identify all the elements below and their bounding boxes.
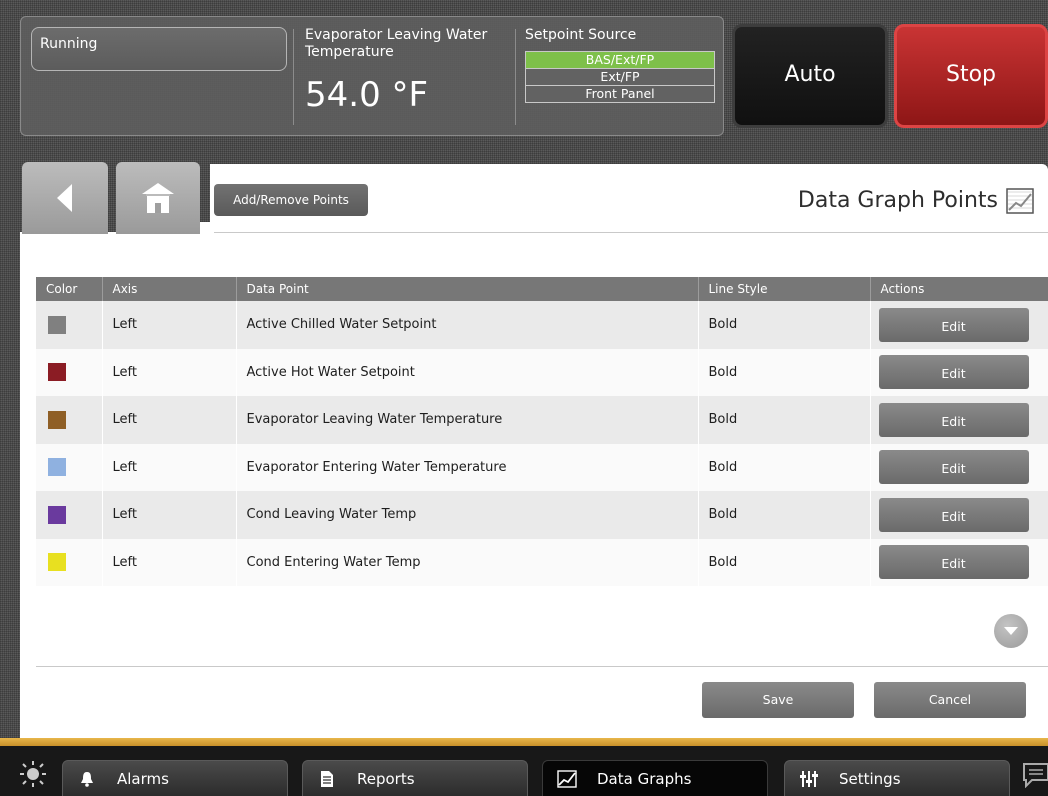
axis-cell: Left <box>101 301 236 349</box>
color-swatch <box>48 458 66 477</box>
home-icon <box>142 183 174 213</box>
chevron-down-icon <box>1004 627 1018 635</box>
setpoint-source-list: BAS/Ext/FP Ext/FP Front Panel <box>525 51 715 103</box>
color-swatch <box>48 410 66 429</box>
save-button[interactable]: Save <box>702 682 854 718</box>
nav-settings-label: Settings <box>839 769 901 788</box>
auto-button[interactable]: Auto <box>732 24 888 128</box>
actions-cell: Edit <box>869 396 1048 444</box>
edit-button[interactable]: Edit <box>878 402 1029 437</box>
divider <box>293 29 294 125</box>
nav-reports-label: Reports <box>357 769 415 788</box>
data-point-cell: Cond Entering Water Temp <box>235 538 698 586</box>
color-swatch <box>48 363 66 382</box>
brightness-icon[interactable] <box>20 761 46 787</box>
actions-cell: Edit <box>869 491 1048 539</box>
table-row: Left Active Hot Water Setpoint Bold Edit <box>36 348 1048 396</box>
header-actions: Actions <box>869 277 1048 301</box>
axis-cell: Left <box>101 348 236 396</box>
table-row: Left Evaporator Leaving Water Temperatur… <box>36 396 1048 444</box>
edit-button[interactable]: Edit <box>878 450 1029 485</box>
color-cell <box>36 538 102 586</box>
line-style-cell: Bold <box>697 443 870 491</box>
main-panel: Add/Remove Points Data Graph Points Colo… <box>20 164 1048 738</box>
table-row: Left Cond Leaving Water Temp Bold Edit <box>36 491 1048 539</box>
line-style-cell: Bold <box>697 538 870 586</box>
table-row: Left Active Chilled Water Setpoint Bold … <box>36 301 1048 349</box>
evap-leaving-temp-value: 54.0 °F <box>305 75 429 115</box>
setpoint-source-front-panel[interactable]: Front Panel <box>525 85 715 103</box>
accent-strip <box>0 738 1048 746</box>
setpoint-source-ext[interactable]: Ext/FP <box>525 68 715 86</box>
actions-cell: Edit <box>869 443 1048 491</box>
footer-divider <box>36 666 1048 667</box>
data-point-cell: Evaporator Leaving Water Temperature <box>235 396 698 444</box>
color-cell <box>36 301 102 349</box>
header-divider <box>214 232 1048 233</box>
data-point-cell: Active Hot Water Setpoint <box>235 348 698 396</box>
data-point-cell: Active Chilled Water Setpoint <box>235 301 698 349</box>
color-swatch <box>48 553 66 572</box>
header-color: Color <box>36 277 102 301</box>
home-button[interactable] <box>116 162 200 234</box>
color-cell <box>36 348 102 396</box>
header-data-point: Data Point <box>235 277 698 301</box>
setpoint-source-bas[interactable]: BAS/Ext/FP <box>525 51 715 69</box>
color-cell <box>36 396 102 444</box>
line-style-cell: Bold <box>697 396 870 444</box>
data-graph-points-table: Color Axis Data Point Line Style Actions… <box>36 277 1048 586</box>
document-icon <box>317 769 337 789</box>
nav-alarms[interactable]: Alarms <box>62 760 288 796</box>
line-style-cell: Bold <box>697 491 870 539</box>
table-row: Left Cond Entering Water Temp Bold Edit <box>36 538 1048 586</box>
data-point-cell: Evaporator Entering Water Temperature <box>235 443 698 491</box>
color-swatch <box>48 315 66 334</box>
bell-icon <box>77 769 97 789</box>
add-remove-points-button[interactable]: Add/Remove Points <box>214 184 368 216</box>
axis-cell: Left <box>101 491 236 539</box>
edit-button[interactable]: Edit <box>878 307 1029 342</box>
line-style-cell: Bold <box>697 348 870 396</box>
divider <box>515 29 516 125</box>
back-arrow-icon <box>57 184 72 212</box>
axis-cell: Left <box>101 538 236 586</box>
table-row: Left Evaporator Entering Water Temperatu… <box>36 443 1048 491</box>
nav-alarms-label: Alarms <box>117 769 169 788</box>
status-panel: Running Evaporator Leaving Water Tempera… <box>20 16 724 136</box>
nav-data-graphs[interactable]: Data Graphs <box>542 760 768 796</box>
axis-cell: Left <box>101 396 236 444</box>
data-point-cell: Cond Leaving Water Temp <box>235 491 698 539</box>
color-cell <box>36 443 102 491</box>
actions-cell: Edit <box>869 348 1048 396</box>
scroll-down-button[interactable] <box>994 614 1028 648</box>
sliders-icon <box>799 769 819 789</box>
tab-corner <box>200 222 210 232</box>
header-line-style: Line Style <box>697 277 870 301</box>
line-style-cell: Bold <box>697 301 870 349</box>
stop-button[interactable]: Stop <box>894 24 1048 128</box>
page-title: Data Graph Points <box>797 188 998 213</box>
operating-mode-label: Running <box>40 36 98 52</box>
data-graph-icon <box>557 769 577 789</box>
header-axis: Axis <box>101 277 236 301</box>
actions-cell: Edit <box>869 538 1048 586</box>
edit-button[interactable]: Edit <box>878 355 1029 390</box>
color-swatch <box>48 505 66 524</box>
axis-cell: Left <box>101 443 236 491</box>
edit-button[interactable]: Edit <box>878 545 1029 580</box>
data-graph-icon <box>1006 188 1034 214</box>
chat-icon[interactable] <box>1022 762 1048 788</box>
setpoint-source-title: Setpoint Source <box>525 27 637 43</box>
operating-mode-box[interactable]: Running <box>31 27 287 71</box>
table-header-row: Color Axis Data Point Line Style Actions <box>36 277 1048 301</box>
nav-reports[interactable]: Reports <box>302 760 528 796</box>
edit-button[interactable]: Edit <box>878 497 1029 532</box>
back-button[interactable] <box>22 162 108 234</box>
cancel-button[interactable]: Cancel <box>874 682 1026 718</box>
nav-data-graphs-label: Data Graphs <box>597 769 692 788</box>
evap-leaving-temp-label: Evaporator Leaving Water Temperature <box>305 27 488 60</box>
color-cell <box>36 491 102 539</box>
actions-cell: Edit <box>869 301 1048 349</box>
nav-settings[interactable]: Settings <box>784 760 1010 796</box>
